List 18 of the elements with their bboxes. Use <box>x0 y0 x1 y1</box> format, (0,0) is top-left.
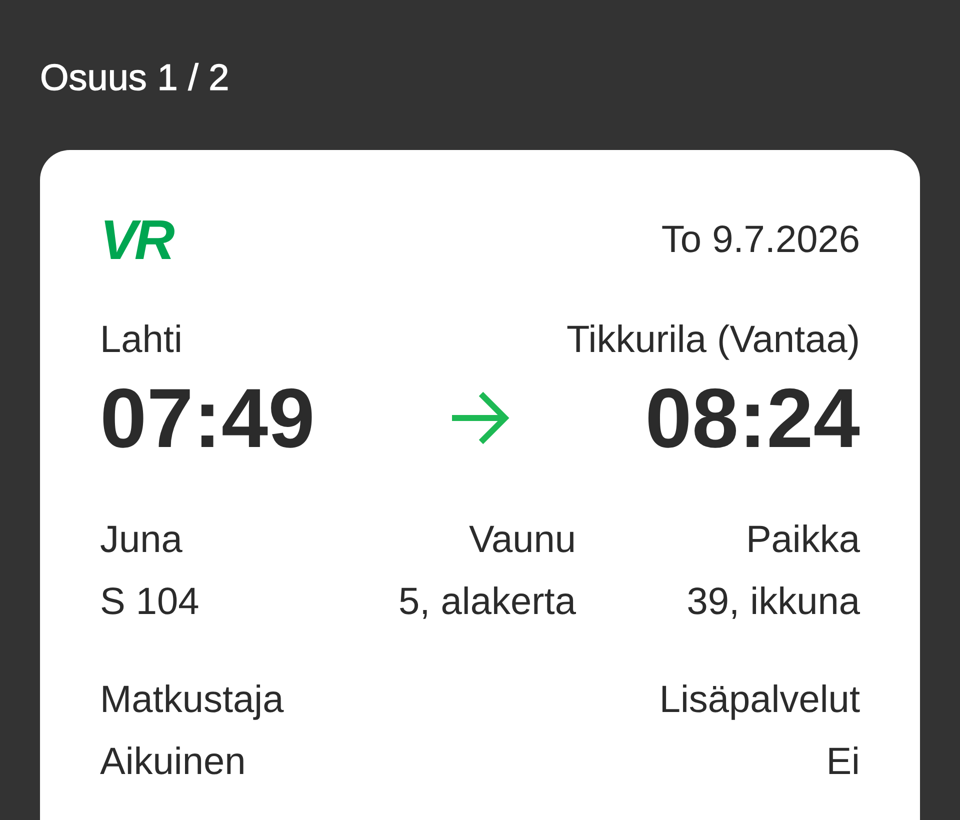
detail-value: S 104 <box>100 580 200 624</box>
detail-value: 5, alakerta <box>398 580 576 624</box>
detail-value: Ei <box>826 740 860 784</box>
detail-label: Paikka <box>746 518 860 562</box>
logo: VR <box>100 220 172 260</box>
arrival-station: Tikkurila (Vantaa) <box>566 318 860 362</box>
detail-label: Lisäpalvelut <box>659 678 860 722</box>
detail-label: Juna <box>100 518 182 562</box>
page-title: Osuus 1 / 2 <box>40 56 230 100</box>
departure-time: 07:49 <box>100 374 316 462</box>
travel-date: To 9.7.2026 <box>661 218 860 262</box>
arrow-icon <box>449 389 511 447</box>
detail-label: Vaunu <box>468 518 576 562</box>
departure-station: Lahti <box>100 318 182 362</box>
detail-value: Aikuinen <box>100 740 246 784</box>
detail-value: 39, ikkuna <box>686 580 860 624</box>
detail-label: Matkustaja <box>100 678 284 722</box>
arrival-time: 08:24 <box>644 374 860 462</box>
